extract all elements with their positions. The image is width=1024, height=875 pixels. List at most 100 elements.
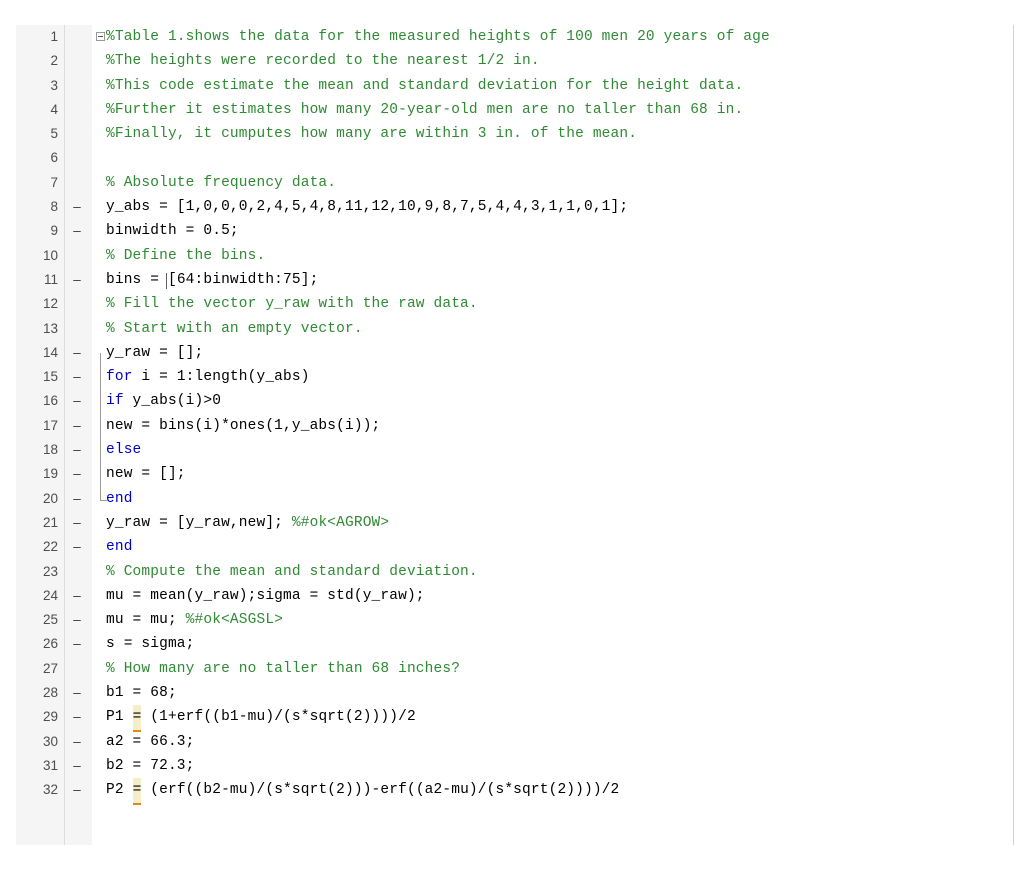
code-line[interactable]: 23 % Compute the mean and standard deviat… <box>0 560 1024 584</box>
code-text[interactable]: % Start with an empty vector. <box>106 317 363 341</box>
code-line[interactable]: 27 % How many are no taller than 68 inche… <box>0 657 1024 681</box>
code-token: (erf((b2-mu)/(s*sqrt(2)))-erf((a2-mu)/(s… <box>141 782 620 799</box>
executable-line-marker[interactable]: – <box>70 365 84 389</box>
code-text[interactable]: % How many are no taller than 68 inches? <box>106 657 460 681</box>
executable-line-marker[interactable]: – <box>70 608 84 632</box>
code-text[interactable]: %Finally, it cumputes how many are withi… <box>106 122 637 146</box>
code-text[interactable]: y_abs = [1,0,0,0,2,4,5,4,8,11,12,10,9,8,… <box>106 195 628 219</box>
code-text[interactable]: P2 = (erf((b2-mu)/(s*sqrt(2)))-erf((a2-m… <box>106 778 620 805</box>
code-text[interactable]: if y_abs(i)>0 <box>106 389 221 413</box>
code-token: P1 <box>106 709 133 726</box>
code-line[interactable]: 8– y_abs = [1,0,0,0,2,4,5,4,8,11,12,10,9,… <box>0 195 1024 219</box>
code-line[interactable]: 25– mu = mu; %#ok<ASGSL> <box>0 608 1024 632</box>
code-text[interactable]: for i = 1:length(y_abs) <box>106 365 310 389</box>
executable-line-marker[interactable]: – <box>70 705 84 729</box>
line-number: 16 <box>42 393 58 409</box>
line-number: 29 <box>42 709 58 725</box>
executable-line-marker[interactable]: – <box>70 195 84 219</box>
executable-line-marker[interactable]: – <box>70 462 84 486</box>
executable-line-marker[interactable]: – <box>70 632 84 656</box>
code-line[interactable]: 10 % Define the bins. <box>0 244 1024 268</box>
code-line[interactable]: 13 % Start with an empty vector. <box>0 317 1024 341</box>
code-line[interactable]: 11– bins = [64:binwidth:75]; <box>0 268 1024 292</box>
code-line[interactable]: 29– P1 = (1+erf((b1-mu)/(s*sqrt(2))))/2 <box>0 705 1024 732</box>
code-text[interactable]: mu = mu; %#ok<ASGSL> <box>106 608 283 632</box>
code-line[interactable]: 7 % Absolute frequency data. <box>0 171 1024 195</box>
executable-line-marker[interactable]: – <box>70 778 84 802</box>
executable-line-marker[interactable]: – <box>70 414 84 438</box>
code-text[interactable]: % Fill the vector y_raw with the raw dat… <box>106 292 478 316</box>
code-text[interactable]: % Absolute frequency data. <box>106 171 336 195</box>
code-line[interactable]: 6 <box>0 146 1024 170</box>
executable-line-marker[interactable]: – <box>70 730 84 754</box>
comment-token: % Define the bins. <box>106 247 266 264</box>
executable-line-marker[interactable]: – <box>70 681 84 705</box>
code-text[interactable]: y_raw = []; <box>106 341 203 365</box>
code-token: y_raw = [y_raw,new]; <box>106 514 292 531</box>
code-line[interactable]: 26– s = sigma; <box>0 632 1024 656</box>
code-text[interactable]: %This code estimate the mean and standar… <box>106 74 743 98</box>
executable-line-marker[interactable]: – <box>70 584 84 608</box>
code-text[interactable]: end <box>106 535 133 559</box>
code-line[interactable]: 14– y_raw = []; <box>0 341 1024 365</box>
code-line[interactable]: 28– b1 = 68; <box>0 681 1024 705</box>
code-line[interactable]: 3 %This code estimate the mean and standa… <box>0 74 1024 98</box>
executable-line-marker[interactable]: – <box>70 341 84 365</box>
code-line[interactable]: 5 %Finally, it cumputes how many are with… <box>0 122 1024 146</box>
code-text[interactable]: y_raw = [y_raw,new]; %#ok<AGROW> <box>106 511 389 535</box>
line-number: 30 <box>42 733 58 749</box>
code-text[interactable]: %Further it estimates how many 20-year-o… <box>106 98 743 122</box>
code-line[interactable]: 21– y_raw = [y_raw,new]; %#ok<AGROW> <box>0 511 1024 535</box>
code-line[interactable]: 18– else <box>0 438 1024 462</box>
code-text[interactable]: b2 = 72.3; <box>106 754 195 778</box>
code-text[interactable]: %Table 1.shows the data for the measured… <box>106 25 770 49</box>
code-text[interactable]: a2 = 66.3; <box>106 730 195 754</box>
code-text[interactable]: P1 = (1+erf((b1-mu)/(s*sqrt(2))))/2 <box>106 705 416 732</box>
code-line[interactable]: 17– new = bins(i)*ones(1,y_abs(i)); <box>0 414 1024 438</box>
code-line[interactable]: 9– binwidth = 0.5; <box>0 219 1024 243</box>
code-text[interactable]: binwidth = 0.5; <box>106 219 239 243</box>
code-line[interactable]: 20– end <box>0 487 1024 511</box>
code-line[interactable]: 15– for i = 1:length(y_abs) <box>0 365 1024 389</box>
code-line[interactable]: 24– mu = mean(y_raw);sigma = std(y_raw); <box>0 584 1024 608</box>
comment-token: % Fill the vector y_raw with the raw dat… <box>106 296 478 313</box>
code-text[interactable]: % Compute the mean and standard deviatio… <box>106 560 478 584</box>
line-number: 13 <box>42 320 58 336</box>
executable-line-marker[interactable]: – <box>70 389 84 413</box>
code-token: b1 = 68; <box>106 685 177 702</box>
code-text[interactable]: end <box>106 487 133 511</box>
code-line[interactable]: 19– new = []; <box>0 462 1024 486</box>
executable-line-marker[interactable]: – <box>70 268 84 292</box>
matlab-code-editor[interactable]: 1 %Table 1.shows the data for the measure… <box>0 0 1024 875</box>
code-line[interactable]: 32– P2 = (erf((b2-mu)/(s*sqrt(2)))-erf((a… <box>0 778 1024 805</box>
line-number: 5 <box>50 126 58 142</box>
code-line[interactable]: 4 %Further it estimates how many 20-year-… <box>0 98 1024 122</box>
executable-line-marker[interactable]: – <box>70 438 84 462</box>
line-number: 4 <box>50 101 58 117</box>
executable-line-marker[interactable]: – <box>70 511 84 535</box>
code-line[interactable]: 22– end <box>0 535 1024 559</box>
executable-line-marker[interactable]: – <box>70 487 84 511</box>
code-line[interactable]: 12 % Fill the vector y_raw with the raw d… <box>0 292 1024 316</box>
code-line[interactable]: 30– a2 = 66.3; <box>0 730 1024 754</box>
code-line[interactable]: 31– b2 = 72.3; <box>0 754 1024 778</box>
code-text[interactable]: else <box>106 438 141 462</box>
code-text[interactable]: new = []; <box>106 462 186 486</box>
executable-line-marker[interactable]: – <box>70 219 84 243</box>
line-number: 11 <box>43 271 58 287</box>
keyword-token: if <box>106 393 124 410</box>
code-text[interactable]: % Define the bins. <box>106 244 265 268</box>
code-line[interactable]: 16– if y_abs(i)>0 <box>0 389 1024 413</box>
code-text[interactable]: bins = [64:binwidth:75]; <box>106 268 318 292</box>
executable-line-marker[interactable]: – <box>70 535 84 559</box>
code-text[interactable]: mu = mean(y_raw);sigma = std(y_raw); <box>106 584 425 608</box>
code-line-list: 1 %Table 1.shows the data for the measure… <box>0 25 1024 805</box>
code-line[interactable]: 1 %Table 1.shows the data for the measure… <box>0 25 1024 49</box>
code-text[interactable]: b1 = 68; <box>106 681 177 705</box>
code-line[interactable]: 2 %The heights were recorded to the neare… <box>0 49 1024 73</box>
code-text[interactable]: %The heights were recorded to the neares… <box>106 49 540 73</box>
code-editor-surface[interactable]: 1 %Table 1.shows the data for the measure… <box>0 25 1024 845</box>
code-text[interactable]: s = sigma; <box>106 632 195 656</box>
code-text[interactable]: new = bins(i)*ones(1,y_abs(i)); <box>106 414 380 438</box>
executable-line-marker[interactable]: – <box>70 754 84 778</box>
